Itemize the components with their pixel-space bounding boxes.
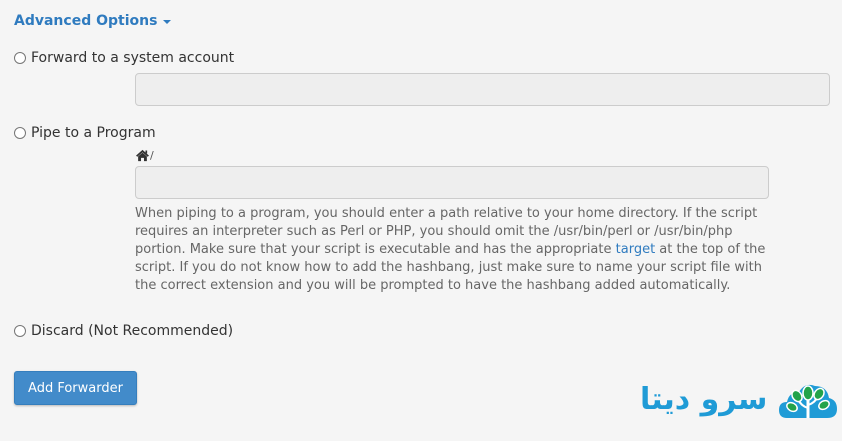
forward-system-radio[interactable] [14, 52, 26, 64]
pipe-program-radio[interactable] [14, 127, 26, 139]
program-path-field[interactable] [135, 166, 769, 199]
discard-label: Discard (Not Recommended) [31, 323, 234, 339]
discard-option[interactable]: Discard (Not Recommended) [13, 323, 233, 339]
brand-logo: سرو دیتا [640, 378, 839, 422]
path-slash: / [150, 149, 154, 162]
target-link[interactable]: target [616, 242, 656, 257]
advanced-options-label: Advanced Options [14, 13, 158, 29]
add-forwarder-button[interactable]: Add Forwarder [14, 371, 137, 405]
caret-down-icon [163, 19, 172, 24]
pipe-program-label: Pipe to a Program [31, 125, 156, 141]
forward-system-option[interactable]: Forward to a system account [13, 50, 234, 66]
cloud-tree-logo-icon [779, 384, 838, 418]
home-icon [136, 149, 149, 162]
forward-system-label: Forward to a system account [31, 50, 235, 66]
advanced-options-toggle[interactable]: Advanced Options [14, 13, 172, 29]
pipe-help-text: When piping to a program, you should ent… [135, 206, 766, 293]
pipe-program-option[interactable]: Pipe to a Program [13, 125, 156, 141]
system-account-field[interactable] [135, 73, 830, 106]
discard-radio[interactable] [14, 325, 26, 337]
program-path-prefix: / [135, 149, 154, 162]
logo-text: سرو دیتا [640, 382, 768, 417]
